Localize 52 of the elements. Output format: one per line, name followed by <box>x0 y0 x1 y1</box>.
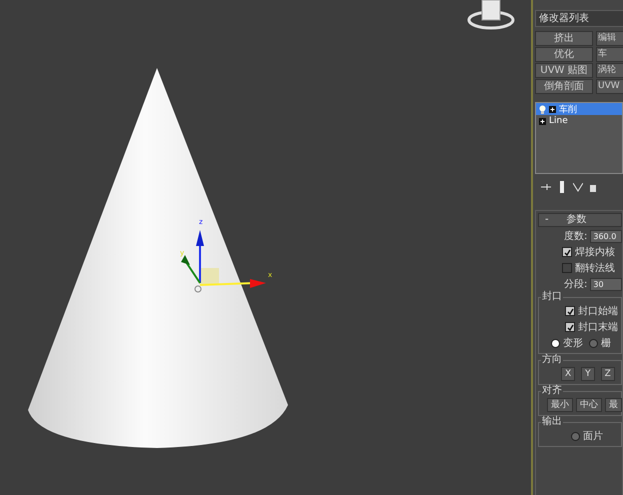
checkbox[interactable] <box>562 263 572 273</box>
stack-item[interactable]: 车削 <box>536 103 622 115</box>
modifier-button[interactable]: UVW 贴图 <box>535 63 593 78</box>
align-button[interactable]: 最小 <box>547 398 573 412</box>
radio-button[interactable] <box>589 338 598 348</box>
radio-label: 变形 <box>563 336 583 350</box>
field-label: 度数: <box>564 230 588 243</box>
radio-button[interactable] <box>571 432 580 440</box>
modifier-button[interactable]: 优化 <box>535 47 593 62</box>
group-title: 封口 <box>541 292 563 302</box>
transform-gizmo-icon[interactable] <box>181 230 266 292</box>
stack-item-label: 车削 <box>559 104 577 116</box>
align-button[interactable]: 中心 <box>576 398 602 412</box>
checkbox[interactable] <box>565 306 575 316</box>
field-label: 分段: <box>564 278 588 291</box>
stack-item[interactable]: Line <box>536 115 622 127</box>
radio-label: 栅 <box>601 336 611 350</box>
axis-button[interactable]: Z <box>600 367 615 381</box>
modifier-button[interactable]: 涡轮 <box>596 63 623 78</box>
modifier-button[interactable]: UVW <box>596 79 623 94</box>
check-icon <box>566 308 574 314</box>
stack-item-label: Line <box>549 116 568 126</box>
expand-icon[interactable] <box>549 106 556 112</box>
group-title: 输出 <box>541 417 563 427</box>
axis-button[interactable]: Y <box>581 367 595 381</box>
segments-field[interactable]: 30 <box>590 278 622 290</box>
checkbox-label: 翻转法线 <box>575 262 615 275</box>
group-title: 方向 <box>541 355 563 365</box>
rollout-header[interactable]: - 参数 <box>538 213 622 227</box>
collapse-toggle[interactable]: - <box>539 214 555 226</box>
checkbox-label: 封口始端 <box>578 304 618 318</box>
align-button[interactable]: 最 <box>605 398 622 412</box>
check-icon <box>564 248 570 256</box>
lightbulb-icon[interactable] <box>539 104 546 114</box>
expand-icon[interactable] <box>539 118 546 124</box>
check-icon <box>566 324 574 330</box>
checkbox-label: 焊接内核 <box>575 246 615 259</box>
modifier-button[interactable]: 编辑 <box>596 31 623 46</box>
modifier-button[interactable]: 车 <box>596 47 623 62</box>
radio-label: 面片 <box>583 430 603 443</box>
group-title: 对齐 <box>541 386 563 396</box>
axis-button[interactable]: X <box>561 367 576 381</box>
rollout-title: 参数 <box>566 214 587 226</box>
modifier-list-dropdown[interactable]: 修改器列表 <box>535 10 623 27</box>
checkbox[interactable] <box>562 247 572 257</box>
checkbox-label: 封口末端 <box>578 320 618 334</box>
modifier-button[interactable]: 挤出 <box>535 31 593 46</box>
radio-button[interactable] <box>551 338 560 348</box>
modifier-button[interactable]: 倒角剖面 <box>535 79 593 94</box>
checkbox[interactable] <box>565 322 575 332</box>
viewcube-icon[interactable] <box>468 0 514 30</box>
degrees-field[interactable]: 360.0 <box>590 230 622 242</box>
